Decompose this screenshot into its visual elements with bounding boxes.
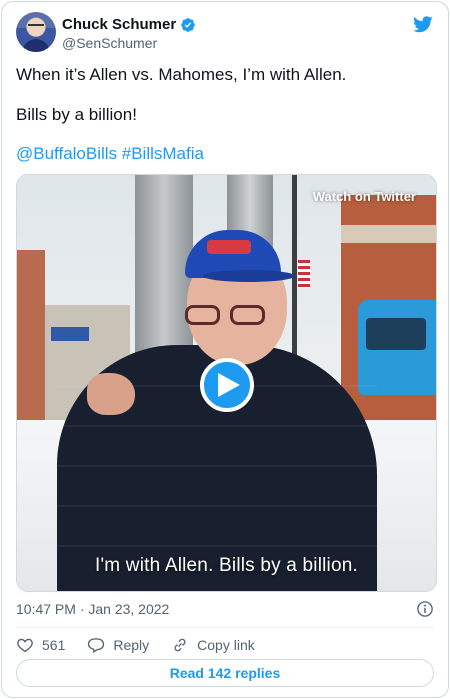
read-replies-button[interactable]: Read 142 replies [16,659,434,687]
read-replies-label: Read 142 replies [169,665,281,681]
author-handle[interactable]: @SenSchumer [62,35,157,51]
play-button[interactable] [200,358,254,412]
tweet-text-line-2: Bills by a billion! [16,105,137,124]
like-button[interactable]: 561 [16,636,65,654]
divider [16,627,434,628]
video-flag [298,260,310,288]
video-caption: I'm with Allen. Bills by a billion. [94,555,358,576]
reply-bubble-icon [88,638,105,653]
video-sign [51,327,89,341]
author-display-name[interactable]: Chuck Schumer [62,16,176,33]
author-name-row[interactable]: Chuck Schumer [62,16,196,33]
tweet-hashtags-mentions[interactable]: @BuffaloBills #BillsMafia [16,143,204,165]
video-bus [358,300,436,395]
tweet-card: Chuck Schumer @SenSchumer When it’s Alle… [1,1,449,698]
verified-badge-icon [181,17,196,32]
tweet-timestamp[interactable]: 10:47 PM · Jan 23, 2022 [16,601,169,617]
heart-icon [17,638,33,653]
copy-link-label: Copy link [197,637,255,653]
reply-label: Reply [113,637,150,653]
like-count: 561 [42,637,66,653]
reply-button[interactable]: Reply [87,636,149,654]
video-glasses [185,305,270,325]
avatar[interactable] [16,12,56,52]
tweet-text-line-1: When it’s Allen vs. Mahomes, I’m with Al… [16,65,347,84]
video-hand [87,373,135,415]
video-media[interactable]: Watch on Twitter I'm with Allen. Bills b… [16,174,437,592]
link-icon [174,638,186,652]
twitter-bird-icon[interactable] [412,14,434,34]
play-icon [218,373,240,397]
watch-on-twitter-link[interactable]: Watch on Twitter [313,189,416,204]
video-flagpole [292,175,297,365]
tweet-header: Chuck Schumer @SenSchumer [16,12,434,54]
copy-link-button[interactable]: Copy link [171,636,255,654]
tweet-actions: 561 Reply Copy link [16,635,277,655]
info-icon[interactable] [416,600,434,618]
